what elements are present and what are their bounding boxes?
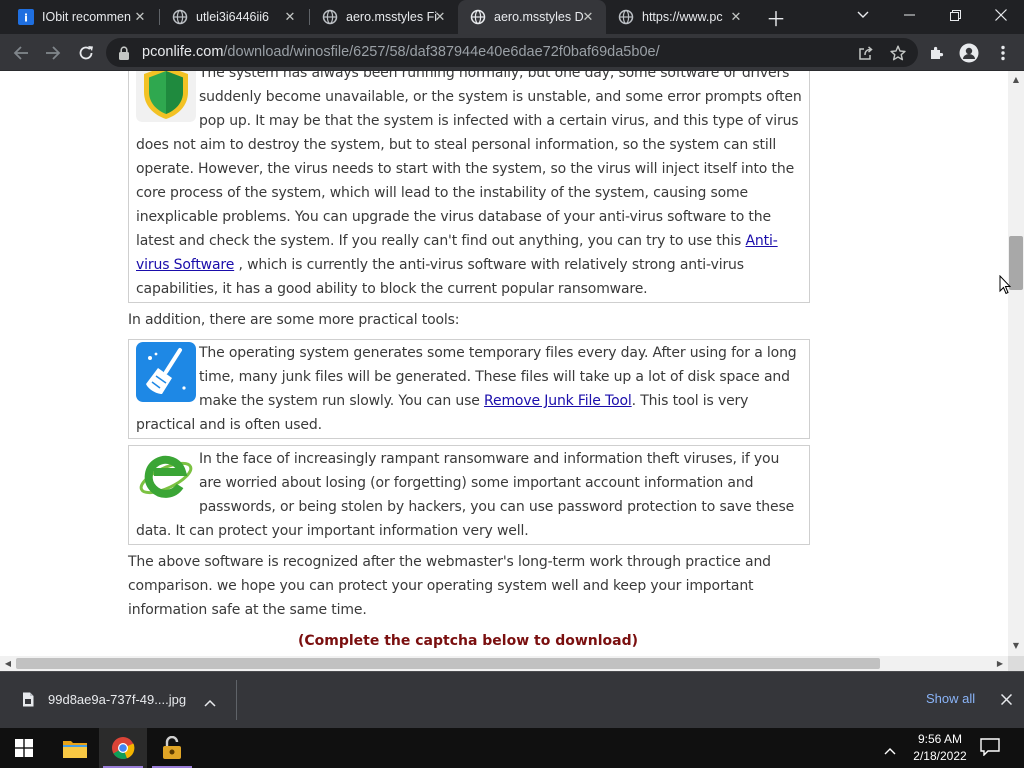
broom-cleaner-icon xyxy=(136,342,196,402)
minimize-icon[interactable] xyxy=(886,0,932,30)
address-bar[interactable]: pconlife.com/download/winosfile/6257/58/… xyxy=(106,38,918,67)
browser-toolbar: pconlife.com/download/winosfile/6257/58/… xyxy=(0,34,1024,71)
new-tab-plus-icon[interactable]: ＋ xyxy=(764,5,788,31)
globe-icon xyxy=(172,9,188,25)
unlock-tool-icon[interactable] xyxy=(148,728,196,768)
close-icon[interactable]: ✕ xyxy=(432,9,448,25)
horizontal-scroll-thumb[interactable] xyxy=(16,658,880,669)
menu-kebab-icon[interactable] xyxy=(990,40,1016,66)
junk-paragraph: The operating system generates some temp… xyxy=(129,340,809,437)
password-protection-box: In the face of increasingly rampant rans… xyxy=(128,445,810,545)
show-all-downloads-button[interactable]: Show all xyxy=(926,691,975,706)
close-icon[interactable] xyxy=(996,689,1016,709)
close-icon[interactable]: ✕ xyxy=(728,9,744,25)
globe-icon xyxy=(470,9,486,25)
green-e-logo-icon xyxy=(136,448,196,508)
url-path: /download/winosfile/6257/58/daf387944e40… xyxy=(223,44,660,60)
url-text: pconlife.com/download/winosfile/6257/58/… xyxy=(142,44,660,60)
vertical-scroll-thumb[interactable] xyxy=(1009,236,1023,290)
extensions-puzzle-icon[interactable] xyxy=(924,40,950,66)
bookmark-star-icon[interactable] xyxy=(885,40,911,66)
file-explorer-icon[interactable] xyxy=(51,728,99,768)
mouse-cursor-icon xyxy=(999,275,1011,295)
chrome-icon[interactable] xyxy=(99,728,147,768)
download-item[interactable]: 99d8ae9a-737f-49....jpg xyxy=(8,680,232,720)
closing-paragraph: The above software is recognized after t… xyxy=(128,554,771,618)
tab-strip: i IObit recommen ✕ utlei3i6446ii6 ✕ aero… xyxy=(0,0,1024,34)
scroll-left-arrow-icon[interactable]: ◀ xyxy=(0,656,16,671)
junk-file-info-box: The operating system generates some temp… xyxy=(128,339,810,439)
clock-time: 9:56 AM xyxy=(917,732,963,746)
tab-pconlife-url[interactable]: https://www.pc ✕ xyxy=(606,0,754,34)
globe-icon xyxy=(618,9,634,25)
back-arrow-icon[interactable] xyxy=(8,40,34,66)
antivirus-info-box: The system has always been running norma… xyxy=(128,71,810,303)
close-icon[interactable]: ✕ xyxy=(132,9,148,25)
tab-iobit[interactable]: i IObit recommen ✕ xyxy=(6,0,158,34)
scroll-right-arrow-icon[interactable]: ▶ xyxy=(992,656,1008,671)
tab-title: aero.msstyles D xyxy=(494,10,584,24)
scroll-up-arrow-icon[interactable]: ▲ xyxy=(1008,71,1024,87)
tab-title: IObit recommen xyxy=(42,10,131,24)
antivirus-text: The system has always been running norma… xyxy=(136,71,802,249)
tab-search-chevron-icon[interactable] xyxy=(840,0,886,30)
shield-icon xyxy=(136,71,196,122)
tab-aero-fi[interactable]: aero.msstyles Fi ✕ xyxy=(310,0,458,34)
globe-icon xyxy=(322,9,338,25)
reload-icon[interactable] xyxy=(73,40,99,66)
restore-icon[interactable] xyxy=(932,0,978,30)
scrollbar-corner xyxy=(1008,656,1024,671)
notification-center-icon[interactable] xyxy=(980,738,1000,760)
horizontal-scrollbar[interactable]: ◀ ▶ xyxy=(0,656,1008,671)
tab-title: utlei3i6446ii6 xyxy=(196,10,269,24)
lock-icon[interactable] xyxy=(118,45,130,64)
chevron-up-icon[interactable] xyxy=(204,692,216,711)
tab-title: aero.msstyles Fi xyxy=(346,10,437,24)
windows-taskbar: 9:56 AM 2/18/2022 xyxy=(0,728,1024,768)
tab-aero-d-active[interactable]: aero.msstyles D ✕ xyxy=(458,0,606,34)
system-clock[interactable]: 9:56 AM 2/18/2022 xyxy=(910,731,970,765)
iobit-icon: i xyxy=(18,9,34,25)
close-icon[interactable]: ✕ xyxy=(580,9,596,25)
tools-intro: In addition, there are some more practic… xyxy=(128,312,460,328)
url-host: pconlife.com xyxy=(142,44,224,60)
show-hidden-icons-chevron-icon[interactable] xyxy=(884,740,896,759)
windows-start-icon[interactable] xyxy=(0,728,48,768)
tab-utlei[interactable]: utlei3i6446ii6 ✕ xyxy=(160,0,308,34)
remove-junk-file-tool-link[interactable]: Remove Junk File Tool xyxy=(484,393,632,409)
vertical-scrollbar[interactable]: ▲ ▼ xyxy=(1008,71,1024,656)
forward-arrow-icon[interactable] xyxy=(40,40,66,66)
download-separator xyxy=(236,680,237,720)
antivirus-paragraph: The system has always been running norma… xyxy=(129,71,809,301)
password-text: In the face of increasingly rampant rans… xyxy=(136,451,795,539)
download-bar: 99d8ae9a-737f-49....jpg Show all xyxy=(0,671,1024,728)
share-icon[interactable] xyxy=(853,40,879,66)
download-file-name: 99d8ae9a-737f-49....jpg xyxy=(48,692,187,707)
captcha-notice: (Complete the captcha below to download) xyxy=(297,633,639,649)
password-paragraph: In the face of increasingly rampant rans… xyxy=(129,446,809,543)
page-viewport: The system has always been running norma… xyxy=(0,71,1008,656)
clock-date: 2/18/2022 xyxy=(913,749,967,763)
svg-text:i: i xyxy=(24,12,28,25)
scroll-down-arrow-icon[interactable]: ▼ xyxy=(1008,637,1024,653)
window-close-icon[interactable] xyxy=(978,0,1024,30)
file-image-icon xyxy=(22,692,34,711)
close-icon[interactable]: ✕ xyxy=(282,9,298,25)
profile-avatar-icon[interactable] xyxy=(956,40,982,66)
tab-title: https://www.pc xyxy=(642,10,723,24)
